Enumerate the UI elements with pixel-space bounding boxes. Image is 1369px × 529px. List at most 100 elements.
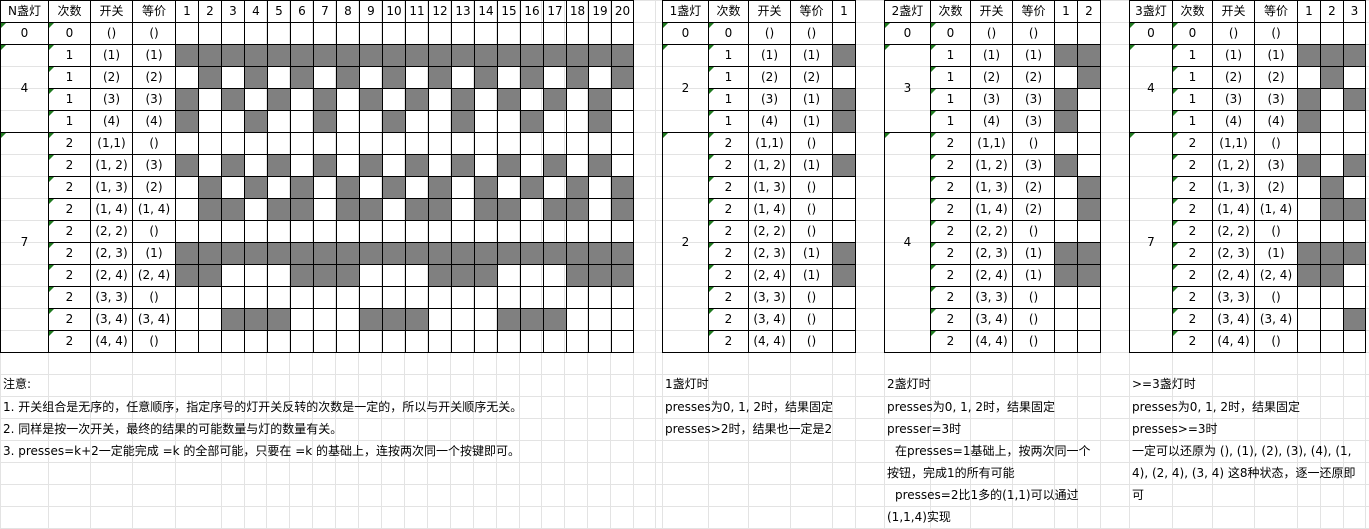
header-n-lights[interactable]: N盏灯: [1, 0, 48, 22]
light-on-cell[interactable]: [475, 243, 497, 264]
light-on-cell[interactable]: [498, 45, 520, 66]
switch-cell[interactable]: (1,1): [749, 133, 790, 154]
group-n-cell[interactable]: 0: [1, 23, 48, 44]
light-on-cell[interactable]: [337, 177, 359, 198]
light-on-cell[interactable]: [199, 199, 221, 220]
equiv-cell[interactable]: (): [1013, 309, 1054, 330]
equiv-cell[interactable]: (1): [791, 89, 832, 110]
count-cell[interactable]: 1: [1173, 111, 1212, 132]
light-on-cell[interactable]: [589, 265, 611, 286]
count-cell[interactable]: 2: [49, 199, 90, 220]
switch-cell[interactable]: (3, 4): [1213, 309, 1254, 330]
light-on-cell[interactable]: [589, 155, 611, 176]
switch-cell[interactable]: (3, 4): [91, 309, 132, 330]
header-count[interactable]: 次数: [49, 0, 90, 22]
switch-cell[interactable]: (2, 2): [971, 221, 1012, 242]
header-light-number[interactable]: 15: [498, 0, 520, 22]
header-light-number[interactable]: 5: [268, 0, 290, 22]
count-cell[interactable]: 0: [49, 23, 90, 44]
switch-cell[interactable]: (1, 2): [91, 155, 132, 176]
switch-cell[interactable]: (): [749, 23, 790, 44]
equiv-cell[interactable]: (): [1013, 23, 1054, 44]
header-light-number[interactable]: 16: [521, 0, 543, 22]
light-on-cell[interactable]: [1078, 265, 1100, 286]
group-n-cell[interactable]: 0: [663, 23, 708, 44]
light-on-cell[interactable]: [383, 243, 405, 264]
light-on-cell[interactable]: [314, 243, 336, 264]
header-equiv[interactable]: 等价: [791, 0, 832, 22]
count-cell[interactable]: 2: [1173, 331, 1212, 352]
equiv-cell[interactable]: (1): [1013, 45, 1054, 66]
light-on-cell[interactable]: [360, 155, 382, 176]
light-on-cell[interactable]: [544, 45, 566, 66]
header-switch[interactable]: 开关: [971, 0, 1012, 22]
light-on-cell[interactable]: [544, 199, 566, 220]
count-cell[interactable]: 0: [709, 23, 748, 44]
switch-cell[interactable]: (4, 4): [971, 331, 1012, 352]
switch-cell[interactable]: (4): [1213, 111, 1254, 132]
header-count[interactable]: 次数: [931, 0, 970, 22]
switch-cell[interactable]: (1, 4): [1213, 199, 1254, 220]
light-on-cell[interactable]: [452, 265, 474, 286]
count-cell[interactable]: 2: [1173, 287, 1212, 308]
count-cell[interactable]: 1: [1173, 89, 1212, 110]
equiv-cell[interactable]: (3, 4): [1255, 309, 1297, 330]
switch-cell[interactable]: (3): [91, 89, 132, 110]
count-cell[interactable]: 2: [709, 199, 748, 220]
equiv-cell[interactable]: (1): [133, 45, 175, 66]
header-light-number[interactable]: 19: [589, 0, 611, 22]
count-cell[interactable]: 2: [1173, 265, 1212, 286]
light-on-cell[interactable]: [199, 265, 221, 286]
light-on-cell[interactable]: [314, 89, 336, 110]
light-on-cell[interactable]: [222, 309, 244, 330]
switch-cell[interactable]: (1, 3): [971, 177, 1012, 198]
count-cell[interactable]: 2: [931, 265, 970, 286]
count-cell[interactable]: 1: [931, 111, 970, 132]
equiv-cell[interactable]: (): [1013, 331, 1054, 352]
light-on-cell[interactable]: [337, 243, 359, 264]
light-on-cell[interactable]: [1344, 309, 1365, 330]
light-on-cell[interactable]: [1078, 243, 1100, 264]
light-on-cell[interactable]: [1055, 265, 1077, 286]
light-on-cell[interactable]: [475, 177, 497, 198]
header-light-number[interactable]: 3: [222, 0, 244, 22]
switch-cell[interactable]: (4, 4): [749, 331, 790, 352]
light-on-cell[interactable]: [833, 243, 855, 264]
header-switch[interactable]: 开关: [91, 0, 132, 22]
count-cell[interactable]: 1: [49, 89, 90, 110]
light-on-cell[interactable]: [475, 265, 497, 286]
count-cell[interactable]: 2: [49, 133, 90, 154]
header-light-number[interactable]: 1: [833, 0, 855, 22]
light-on-cell[interactable]: [1298, 265, 1320, 286]
light-on-cell[interactable]: [199, 45, 221, 66]
equiv-cell[interactable]: (): [1013, 133, 1054, 154]
switch-cell[interactable]: (1, 2): [971, 155, 1012, 176]
count-cell[interactable]: 1: [709, 45, 748, 66]
switch-cell[interactable]: (2, 4): [971, 265, 1012, 286]
light-on-cell[interactable]: [1078, 45, 1100, 66]
switch-cell[interactable]: (1): [91, 45, 132, 66]
header-light-number[interactable]: 9: [360, 0, 382, 22]
light-on-cell[interactable]: [1055, 243, 1077, 264]
switch-cell[interactable]: (1): [749, 45, 790, 66]
light-on-cell[interactable]: [612, 199, 633, 220]
equiv-cell[interactable]: (): [791, 309, 832, 330]
light-on-cell[interactable]: [475, 67, 497, 88]
equiv-cell[interactable]: (2): [1013, 199, 1054, 220]
light-on-cell[interactable]: [567, 67, 588, 88]
light-on-cell[interactable]: [1344, 89, 1365, 110]
light-on-cell[interactable]: [406, 243, 428, 264]
switch-cell[interactable]: (2, 3): [1213, 243, 1254, 264]
switch-cell[interactable]: (3, 4): [971, 309, 1012, 330]
light-on-cell[interactable]: [337, 67, 359, 88]
count-cell[interactable]: 0: [1173, 23, 1212, 44]
switch-cell[interactable]: (4): [91, 111, 132, 132]
count-cell[interactable]: 2: [1173, 133, 1212, 154]
equiv-cell[interactable]: (3): [133, 155, 175, 176]
light-on-cell[interactable]: [176, 89, 198, 110]
count-cell[interactable]: 2: [931, 309, 970, 330]
switch-cell[interactable]: (2, 3): [749, 243, 790, 264]
count-cell[interactable]: 2: [49, 331, 90, 352]
light-on-cell[interactable]: [222, 45, 244, 66]
header-light-number[interactable]: 4: [245, 0, 267, 22]
